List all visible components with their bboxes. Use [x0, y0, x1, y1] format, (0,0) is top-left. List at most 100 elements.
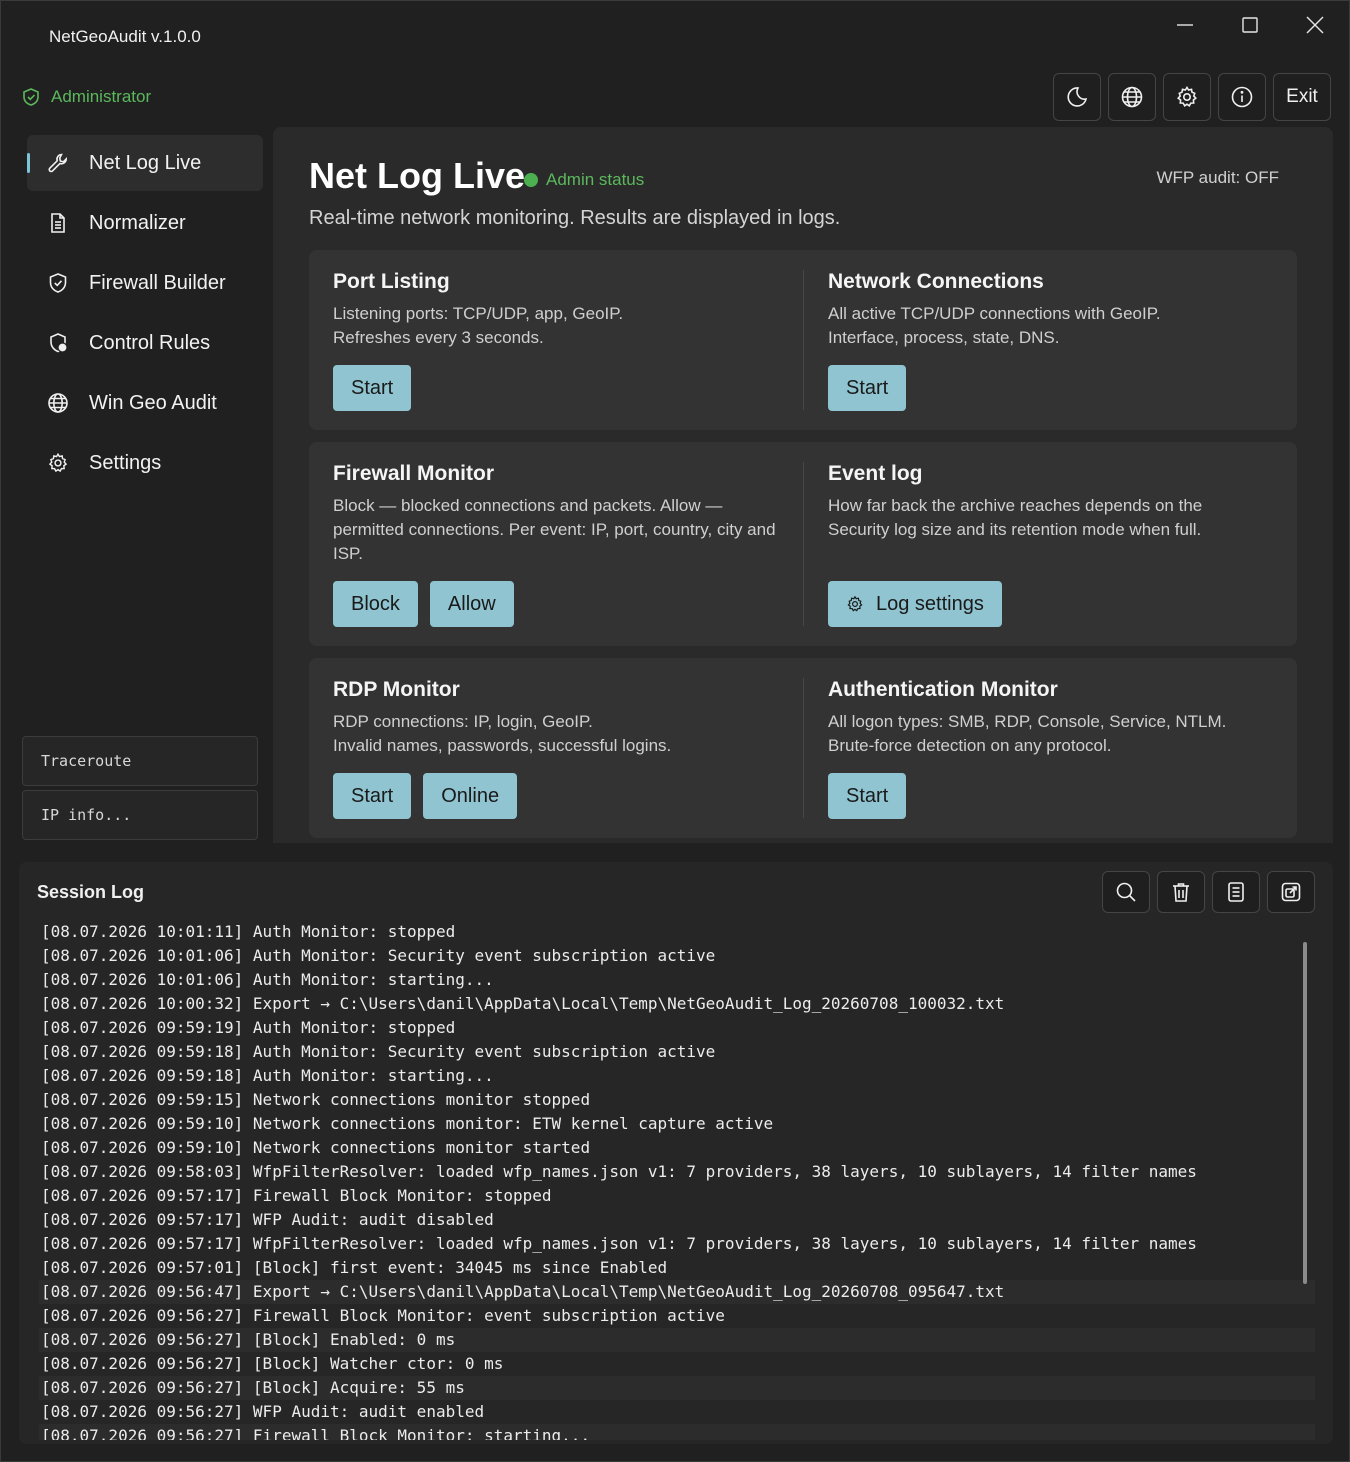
admin-status: Admin status	[524, 170, 644, 190]
section-description: How far back the archive reaches depends…	[828, 496, 1203, 539]
port-listing-section: Port Listing Listening ports: TCP/UDP, a…	[333, 250, 803, 430]
log-line: [08.07.2026 10:01:11] Auth Monitor: stop…	[41, 922, 456, 941]
port-listing-start-button[interactable]: Start	[333, 365, 412, 411]
rdp-start-button[interactable]: Start	[333, 773, 412, 819]
network-connections-start-button[interactable]: Start	[828, 365, 907, 411]
event-log-section: Event log How far back the archive reach…	[828, 442, 1298, 646]
log-line: [08.07.2026 09:56:27] Firewall Block Mon…	[41, 1306, 725, 1325]
divider	[803, 678, 804, 818]
log-line: [08.07.2026 09:56:27] [Block] Watcher ct…	[41, 1354, 504, 1373]
sidebar-item-settings[interactable]: Settings	[27, 435, 263, 491]
card-firewall-event: Firewall Monitor Block — blocked connect…	[309, 442, 1297, 646]
log-line: [08.07.2026 10:01:06] Auth Monitor: star…	[41, 970, 494, 989]
gear-icon	[847, 595, 863, 612]
section-title: Port Listing	[333, 270, 450, 293]
log-line: [08.07.2026 09:59:10] Network connection…	[41, 1138, 591, 1157]
card-rdp-auth: RDP Monitor RDP connections: IP, login, …	[309, 658, 1297, 838]
minimize-button[interactable]	[1155, 5, 1215, 45]
session-log-panel: Session Log [08.07.2026 10:01:11] Auth M…	[19, 862, 1333, 1444]
log-scrollbar[interactable]	[1303, 942, 1307, 1284]
admin-label: Administrator	[51, 87, 152, 106]
firewall-monitor-section: Firewall Monitor Block — blocked connect…	[333, 442, 803, 646]
ip-info-button[interactable]: IP info...	[22, 790, 258, 840]
shield-check-icon	[23, 88, 39, 106]
section-description: All logon types: SMB, RDP, Console, Serv…	[828, 712, 1227, 755]
gear-icon	[48, 452, 68, 473]
shield-check-icon	[49, 273, 67, 293]
info-icon	[1231, 86, 1253, 108]
log-line: [08.07.2026 09:59:19] Auth Monitor: stop…	[41, 1018, 456, 1037]
firewall-block-button[interactable]: Block	[333, 581, 418, 627]
window-title: NetGeoAudit v.1.0.0	[49, 27, 201, 46]
auth-start-button[interactable]: Start	[828, 773, 907, 819]
status-dot-icon	[524, 173, 538, 187]
trash-icon	[1173, 883, 1189, 902]
log-line: [08.07.2026 09:56:27] [Block] Enabled: 0…	[39, 1328, 1315, 1352]
moon-icon	[1067, 87, 1088, 107]
document-icon	[51, 213, 65, 233]
log-popout-button[interactable]	[1267, 871, 1315, 913]
admin-status-label: Admin status	[546, 170, 645, 189]
section-title: Network Connections	[828, 270, 1044, 293]
log-clear-button[interactable]	[1157, 871, 1205, 913]
minimize-icon	[1177, 24, 1193, 26]
log-line: [08.07.2026 09:57:17] WFP Audit: audit d…	[41, 1210, 494, 1229]
language-button[interactable]	[1108, 73, 1156, 121]
section-title: Event log	[828, 462, 923, 485]
log-export-button[interactable]	[1212, 871, 1260, 913]
section-description: All active TCP/UDP connections with GeoI…	[828, 304, 1161, 347]
sidebar-item-control-rules[interactable]: Control Rules	[27, 315, 263, 371]
sidebar-item-label: Firewall Builder	[89, 271, 226, 294]
close-button[interactable]	[1285, 5, 1345, 45]
open-external-icon	[1281, 882, 1301, 902]
sidebar-item-win-geo-audit[interactable]: Win Geo Audit	[27, 375, 263, 431]
theme-toggle-button[interactable]	[1053, 73, 1101, 121]
firewall-allow-button[interactable]: Allow	[429, 581, 514, 627]
sidebar-item-firewall-builder[interactable]: Firewall Builder	[27, 255, 263, 311]
section-description: RDP connections: IP, login, GeoIP. Invali…	[333, 712, 672, 755]
sidebar-item-label: Normalizer	[89, 211, 186, 234]
sidebar-item-label: Net Log Live	[89, 151, 202, 174]
card-port-network: Port Listing Listening ports: TCP/UDP, a…	[309, 250, 1297, 430]
settings-button[interactable]	[1163, 73, 1211, 121]
traceroute-button[interactable]: Traceroute	[22, 736, 258, 786]
log-line: [08.07.2026 09:59:15] Network connection…	[41, 1090, 591, 1109]
section-description: Block — blocked connections and packets.…	[333, 496, 776, 563]
app-window: NetGeoAudit v.1.0.0 Administrator Exit N…	[0, 0, 1350, 1462]
sidebar-item-label: Settings	[89, 451, 162, 474]
log-search-button[interactable]	[1102, 871, 1150, 913]
page-subtitle: Real-time network monitoring. Results ar…	[309, 207, 841, 229]
log-line: [08.07.2026 09:57:01] [Block] first even…	[41, 1258, 668, 1277]
top-toolbar: Exit	[1053, 73, 1331, 121]
search-icon	[1116, 882, 1136, 902]
rdp-monitor-section: RDP Monitor RDP connections: IP, login, …	[333, 658, 803, 838]
log-line: [08.07.2026 09:59:18] Auth Monitor: Secu…	[41, 1042, 716, 1061]
log-line: [08.07.2026 09:57:17] Firewall Block Mon…	[41, 1186, 552, 1205]
about-button[interactable]	[1218, 73, 1266, 121]
authentication-monitor-section: Authentication Monitor All logon types: …	[828, 658, 1298, 838]
log-line: [08.07.2026 09:58:03] WfpFilterResolver:…	[41, 1162, 1197, 1181]
section-title: Authentication Monitor	[828, 678, 1058, 701]
maximize-icon	[1242, 17, 1258, 33]
section-title: Firewall Monitor	[333, 462, 495, 485]
log-settings-label: Log settings	[876, 592, 984, 615]
main-panel: Net Log Live Admin status WFP audit: OFF…	[273, 127, 1333, 843]
admin-indicator: Administrator	[21, 87, 151, 107]
sidebar-item-label: Control Rules	[89, 331, 211, 354]
sidebar-item-net-log-live[interactable]: Net Log Live	[27, 135, 263, 191]
section-description: Listening ports: TCP/UDP, app, GeoIP. Ref…	[333, 304, 624, 347]
log-line: [08.07.2026 09:56:47] Export → C:\Users\…	[39, 1280, 1315, 1304]
section-title: RDP Monitor	[333, 678, 460, 701]
rdp-online-button[interactable]: Online	[423, 773, 518, 819]
log-line: [08.07.2026 10:01:06] Auth Monitor: Secu…	[41, 946, 716, 965]
log-line: [08.07.2026 09:56:27] [Block] Acquire: 5…	[39, 1376, 1315, 1400]
exit-button[interactable]: Exit	[1273, 73, 1331, 121]
network-connections-section: Network Connections All active TCP/UDP c…	[828, 250, 1298, 430]
log-line: [08.07.2026 09:59:18] Auth Monitor: star…	[41, 1066, 494, 1085]
log-settings-button[interactable]: Log settings	[828, 581, 1002, 627]
sidebar-item-normalizer[interactable]: Normalizer	[27, 195, 263, 251]
divider	[803, 462, 804, 626]
divider	[803, 270, 804, 410]
maximize-button[interactable]	[1220, 5, 1280, 45]
session-log-list[interactable]: [08.07.2026 10:01:11] Auth Monitor: stop…	[39, 920, 1315, 1440]
